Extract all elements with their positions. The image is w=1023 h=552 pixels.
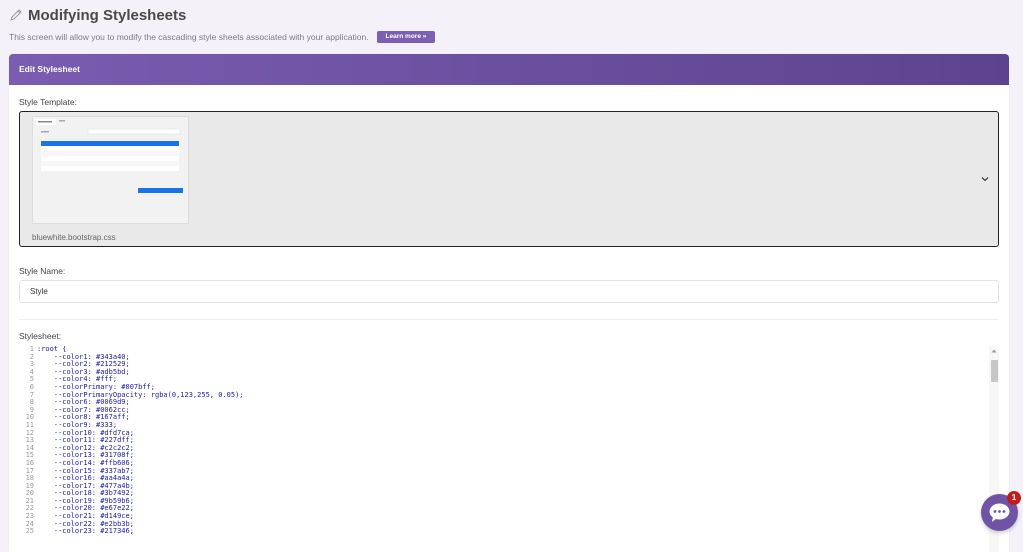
chat-button[interactable]: 1 bbox=[981, 491, 1021, 531]
page-header: Modifying Stylesheets This screen will a… bbox=[9, 6, 1014, 43]
code-line: 12 --color10: #dfd7ca; bbox=[19, 429, 999, 438]
code-line: 14 --color12: #c2c2c2; bbox=[19, 444, 999, 453]
code-line: 8 --color6: #0069d9; bbox=[19, 399, 999, 407]
code-line: 21 --color19: #9b59b6; bbox=[19, 497, 999, 506]
line-number: 6 bbox=[29, 382, 34, 391]
stylesheet-code-editor[interactable]: 1:root {2 --color1: #343a40; 3 --color2: … bbox=[19, 346, 999, 552]
learn-more-button[interactable]: Learn more » bbox=[376, 31, 436, 43]
code-line: 23 --color21: #d149ce; bbox=[19, 512, 999, 521]
stylesheet-label: Stylesheet: bbox=[19, 331, 62, 341]
style-name-label: Style Name: bbox=[19, 266, 66, 276]
scrollbar-thumb[interactable] bbox=[991, 360, 998, 382]
line-number: 8 bbox=[29, 398, 34, 407]
line-number: 1 bbox=[29, 346, 34, 353]
code-line: 5 --color4: #fff; bbox=[19, 376, 999, 384]
scroll-up-arrow-icon[interactable] bbox=[991, 348, 997, 354]
pencil-icon bbox=[10, 9, 22, 21]
code-line: 1:root { bbox=[19, 346, 999, 354]
code-line: 7 --colorPrimaryOpacity: rgba(0,123,255,… bbox=[19, 390, 999, 400]
code-line: 11 --color9: #333; bbox=[19, 421, 999, 430]
code-line: 2 --color1: #343a40; bbox=[19, 352, 999, 362]
code-line: 17 --color15: #337ab7; bbox=[19, 467, 999, 476]
notification-badge: 1 bbox=[1007, 491, 1021, 505]
line-number: 3 bbox=[29, 360, 34, 369]
code-line: 4 --color3: #adb5bd; bbox=[19, 367, 999, 377]
code-line: 24 --color22: #e2bb3b; bbox=[19, 520, 999, 529]
style-template-label: Style Template: bbox=[19, 97, 77, 107]
code-line: 18 --color16: #aa4a4a; bbox=[19, 474, 999, 483]
style-template-select[interactable]: bluewhite.bootstrap.css bbox=[19, 111, 999, 247]
style-name-input[interactable]: Style bbox=[19, 280, 999, 303]
divider bbox=[19, 319, 999, 320]
line-number: 25 bbox=[25, 527, 34, 536]
code-lines: 1:root {2 --color1: #343a40; 3 --color2: … bbox=[19, 346, 999, 536]
code-line: 20 --color18: #3b7492; bbox=[19, 490, 999, 498]
line-number: 4 bbox=[29, 367, 34, 376]
page-subtitle: This screen will allow you to modify the… bbox=[9, 32, 369, 42]
line-number: 2 bbox=[29, 352, 34, 361]
code-line: 10 --color8: #167aff; bbox=[19, 414, 999, 422]
code-line: 15 --color13: #31708f; bbox=[19, 452, 999, 460]
code-line: 16 --color14: #ffb606; bbox=[19, 459, 999, 468]
code-line: 13 --color11: #227dff; bbox=[19, 437, 999, 445]
chevron-down-icon bbox=[981, 177, 989, 182]
code-line: 19 --color17: #477a4b; bbox=[19, 482, 999, 491]
line-number: 7 bbox=[29, 390, 34, 399]
panel-title: Edit Stylesheet bbox=[9, 54, 1009, 85]
edit-stylesheet-panel: Edit Stylesheet Style Template: bluewhit… bbox=[9, 54, 1009, 552]
code-line: 3 --color2: #212529; bbox=[19, 361, 999, 369]
code-line: 9 --color7: #0062cc; bbox=[19, 406, 999, 415]
line-number: 5 bbox=[29, 375, 34, 384]
code-line: 25 --color23: #217346; bbox=[19, 528, 999, 536]
page-title: Modifying Stylesheets bbox=[28, 6, 187, 24]
template-preview-thumbnail bbox=[32, 116, 189, 224]
template-file-name: bluewhite.bootstrap.css bbox=[32, 233, 116, 242]
code-text: --color23: #217346; bbox=[37, 527, 134, 536]
code-line: 22 --color20: #e67e22; bbox=[19, 505, 999, 513]
